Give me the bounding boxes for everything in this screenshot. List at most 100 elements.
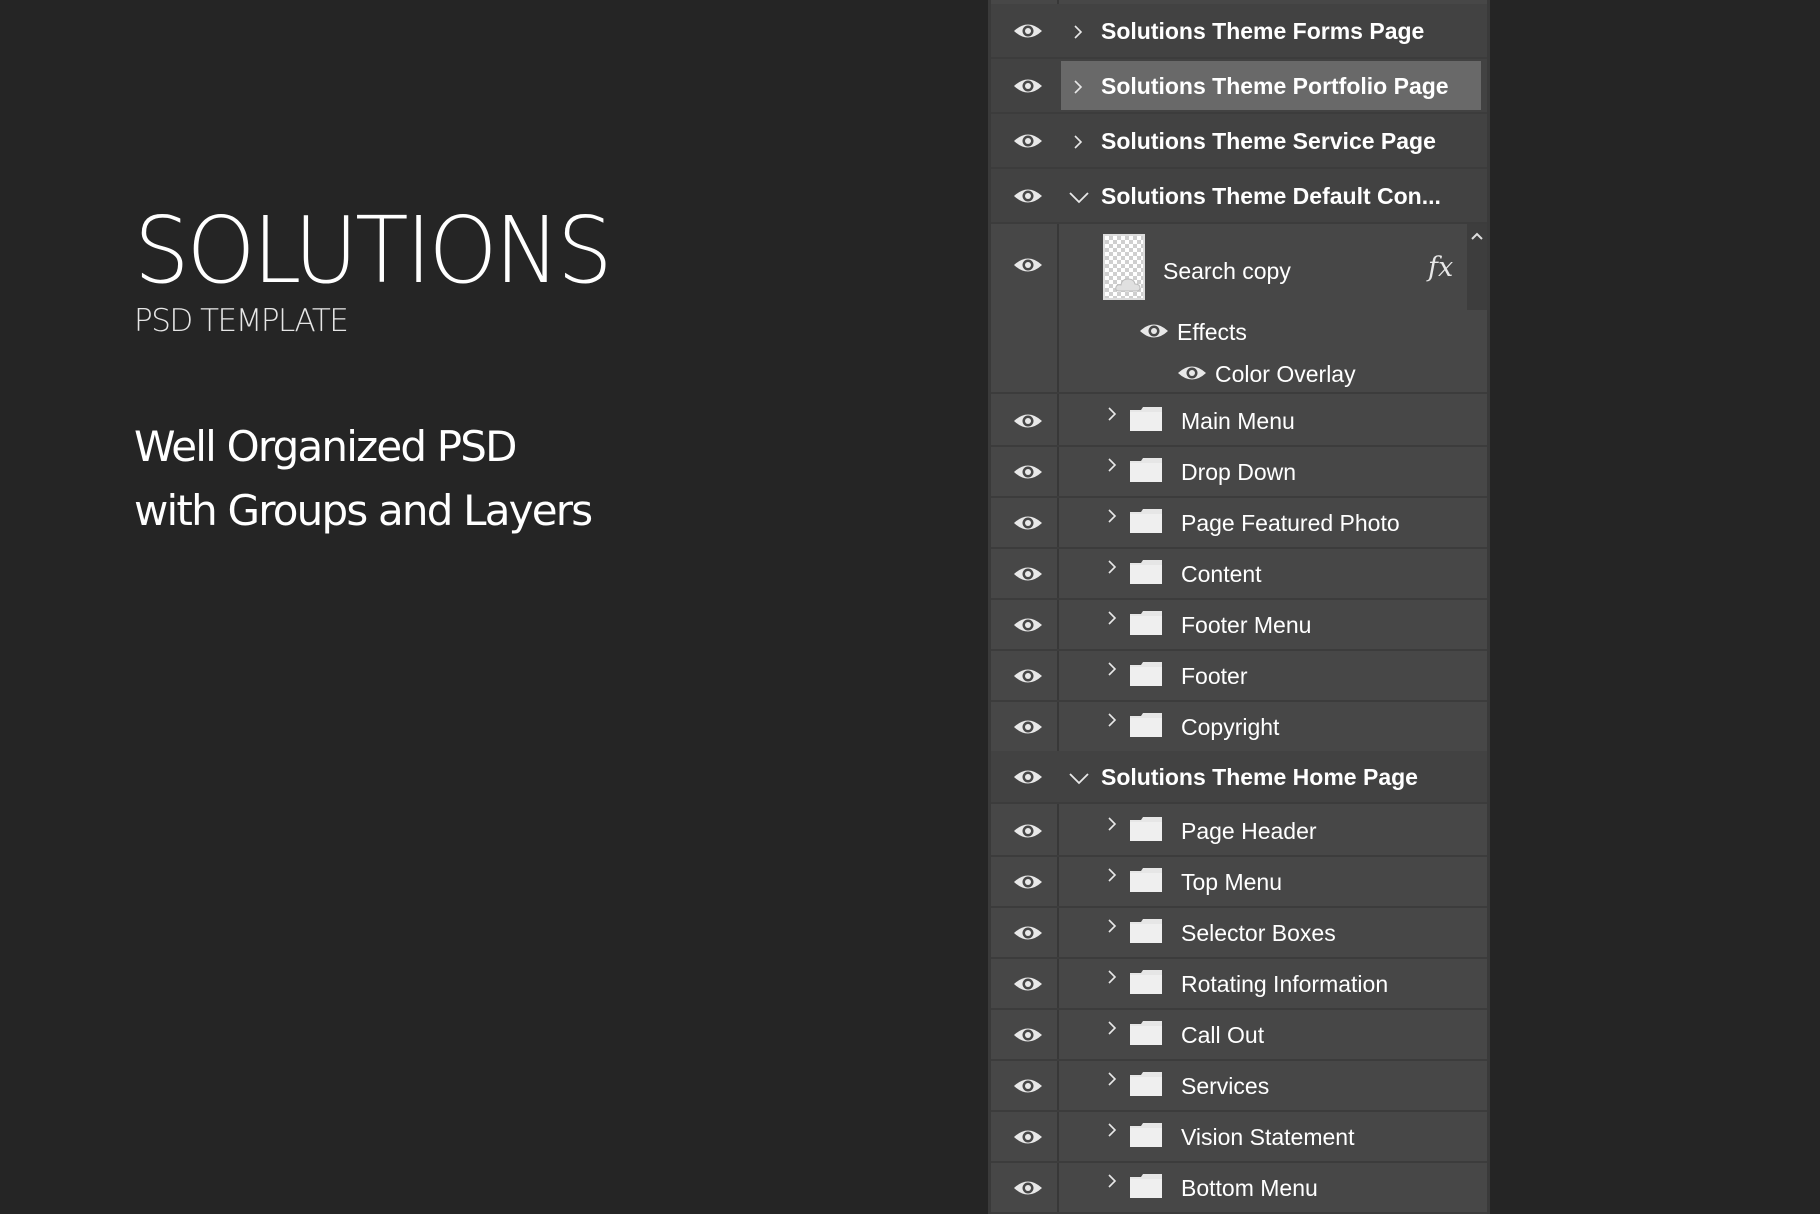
- layer-label: Page Header: [1181, 818, 1317, 844]
- folder-icon: [1129, 816, 1163, 842]
- folder-icon: [1129, 1122, 1163, 1148]
- fx-icon[interactable]: fx: [1428, 252, 1453, 283]
- layer-group-label: Solutions Theme Default Con...: [1101, 182, 1441, 209]
- layer-label: Content: [1181, 561, 1262, 587]
- eye-icon[interactable]: [1013, 77, 1043, 95]
- eye-icon[interactable]: [1177, 364, 1207, 382]
- chevron-right-icon[interactable]: [1071, 24, 1085, 39]
- layer-group-row[interactable]: Solutions Theme Default Con...: [991, 169, 1487, 224]
- layer-group-label: Solutions Theme Service Page: [1101, 127, 1436, 154]
- layer-group-label: Solutions Theme Portfolio Page: [1101, 72, 1449, 99]
- layer-label: Selector Boxes: [1181, 920, 1336, 946]
- promo-tagline-line2: with Groups and Layers: [134, 486, 593, 535]
- layer-group-row[interactable]: Solutions Theme Portfolio Page: [991, 59, 1487, 114]
- layer-row[interactable]: Drop Down: [991, 447, 1487, 498]
- eye-icon[interactable]: [1139, 322, 1169, 340]
- chevron-right-icon[interactable]: [1105, 509, 1119, 523]
- chevron-right-icon[interactable]: [1105, 1021, 1119, 1035]
- layer-group-row[interactable]: Solutions Theme Home Page: [991, 751, 1487, 804]
- eye-icon[interactable]: [1013, 1179, 1043, 1197]
- promo-text: SOLUTIONS PSD TEMPLATE Well Organized PS…: [134, 205, 635, 543]
- layer-label: Copyright: [1181, 714, 1280, 740]
- layer-label: Main Menu: [1181, 408, 1295, 434]
- chevron-right-icon[interactable]: [1105, 1174, 1119, 1188]
- layer-row[interactable]: Top Menu: [991, 857, 1487, 908]
- eye-icon[interactable]: [1013, 132, 1043, 150]
- promo-title: SOLUTIONS: [134, 197, 613, 304]
- layer-row[interactable]: Call Out: [991, 1010, 1487, 1061]
- layer-label: Drop Down: [1181, 459, 1297, 485]
- layer-row[interactable]: Rotating Information: [991, 959, 1487, 1010]
- layer-row[interactable]: Selector Boxes: [991, 908, 1487, 959]
- eye-icon[interactable]: [1013, 1026, 1043, 1044]
- layer-row[interactable]: Content: [991, 549, 1487, 600]
- layer-row[interactable]: Page Header: [991, 806, 1487, 857]
- layer-label: Page Featured Photo: [1181, 510, 1400, 536]
- layer-group-label: Solutions Theme Forms Page: [1101, 17, 1425, 44]
- layer-row[interactable]: Copyright: [991, 702, 1487, 753]
- smart-object-layer-row[interactable]: Search copy fx Effects Color Overlay: [991, 224, 1487, 394]
- eye-icon[interactable]: [1013, 924, 1043, 942]
- eye-icon[interactable]: [1013, 1077, 1043, 1095]
- folder-icon: [1129, 1173, 1163, 1199]
- eye-icon[interactable]: [1013, 873, 1043, 891]
- layer-group-row[interactable]: Solutions Theme Forms Page: [991, 4, 1487, 59]
- chevron-right-icon[interactable]: [1105, 407, 1119, 421]
- layer-thumbnail: [1103, 234, 1145, 300]
- folder-icon: [1129, 457, 1163, 483]
- chevron-right-icon[interactable]: [1105, 458, 1119, 472]
- folder-icon: [1129, 712, 1163, 738]
- eye-icon[interactable]: [1013, 1128, 1043, 1146]
- eye-icon[interactable]: [1013, 667, 1043, 685]
- layer-row[interactable]: Page Featured Photo: [991, 498, 1487, 549]
- layer-label: Rotating Information: [1181, 971, 1389, 997]
- layer-row[interactable]: Services: [991, 1061, 1487, 1112]
- layer-row[interactable]: Footer: [991, 651, 1487, 702]
- layers-panel[interactable]: Solutions Theme Forms Page Solutions Them…: [988, 0, 1490, 1214]
- eye-icon[interactable]: [1013, 718, 1043, 736]
- layer-label: Search copy: [1163, 258, 1291, 284]
- chevron-right-icon[interactable]: [1105, 970, 1119, 984]
- eye-icon[interactable]: [1013, 822, 1043, 840]
- chevron-right-icon[interactable]: [1105, 868, 1119, 882]
- promo-subtitle: PSD TEMPLATE: [134, 303, 349, 339]
- folder-icon: [1129, 508, 1163, 534]
- layer-row[interactable]: Main Menu: [991, 396, 1487, 447]
- chevron-right-icon[interactable]: [1105, 1072, 1119, 1086]
- chevron-right-icon[interactable]: [1105, 1123, 1119, 1137]
- eye-icon[interactable]: [1013, 768, 1043, 786]
- layer-row[interactable]: Bottom Menu: [991, 1163, 1487, 1214]
- eye-icon[interactable]: [1013, 22, 1043, 40]
- layer-row[interactable]: Footer Menu: [991, 600, 1487, 651]
- folder-icon: [1129, 969, 1163, 995]
- folder-icon: [1129, 610, 1163, 636]
- eye-icon[interactable]: [1013, 412, 1043, 430]
- chevron-right-icon[interactable]: [1071, 134, 1085, 149]
- eye-icon[interactable]: [1013, 514, 1043, 532]
- folder-icon: [1129, 406, 1163, 432]
- layer-group-label: Solutions Theme Home Page: [1101, 763, 1418, 790]
- chevron-right-icon[interactable]: [1105, 919, 1119, 933]
- chevron-right-icon[interactable]: [1105, 817, 1119, 831]
- smart-object-icon: [1115, 278, 1141, 292]
- layer-group-row[interactable]: Solutions Theme Service Page: [991, 114, 1487, 169]
- eye-icon[interactable]: [1013, 616, 1043, 634]
- chevron-right-icon[interactable]: [1105, 662, 1119, 676]
- chevron-right-icon[interactable]: [1105, 611, 1119, 625]
- layer-label: Footer Menu: [1181, 612, 1312, 638]
- folder-icon: [1129, 661, 1163, 687]
- folder-icon: [1129, 559, 1163, 585]
- layer-label: Call Out: [1181, 1022, 1265, 1048]
- eye-icon[interactable]: [1013, 187, 1043, 205]
- layer-label: Footer: [1181, 663, 1248, 689]
- chevron-down-icon[interactable]: [1069, 771, 1089, 785]
- chevron-right-icon[interactable]: [1105, 560, 1119, 574]
- chevron-down-icon[interactable]: [1069, 190, 1089, 204]
- chevron-right-icon[interactable]: [1071, 79, 1085, 94]
- eye-icon[interactable]: [1013, 463, 1043, 481]
- chevron-right-icon[interactable]: [1105, 713, 1119, 727]
- eye-icon[interactable]: [1013, 256, 1043, 274]
- layer-row[interactable]: Vision Statement: [991, 1112, 1487, 1163]
- eye-icon[interactable]: [1013, 975, 1043, 993]
- eye-icon[interactable]: [1013, 565, 1043, 583]
